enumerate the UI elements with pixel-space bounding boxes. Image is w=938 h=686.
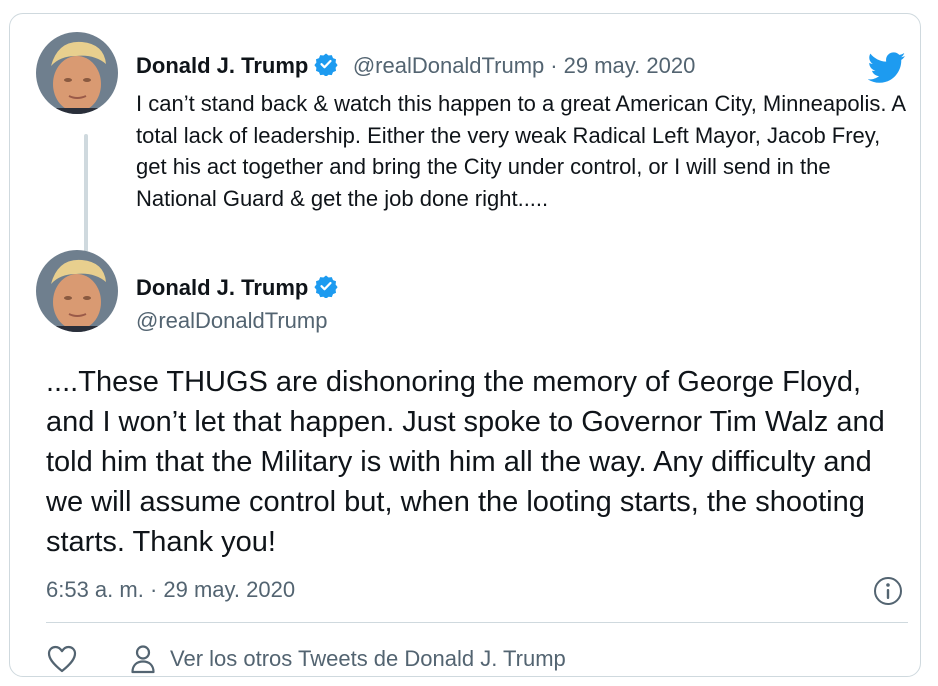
main-author-name[interactable]: Donald J. Trump bbox=[136, 275, 308, 300]
parent-tweet-date[interactable]: 29 may. 2020 bbox=[564, 53, 696, 78]
parent-tweet-text: I can’t stand back & watch this happen t… bbox=[136, 91, 905, 211]
tweet-actions: Ver los otros Tweets de Donald J. Trump bbox=[46, 642, 566, 676]
main-author-avatar[interactable] bbox=[36, 250, 118, 332]
parent-author-avatar[interactable] bbox=[36, 32, 118, 114]
parent-tweet-header: Donald J. Trump @realDonaldTrump · 29 may.… bbox=[136, 51, 695, 87]
main-author-handle[interactable]: @realDonaldTrump bbox=[136, 308, 327, 333]
twitter-bird-icon[interactable] bbox=[867, 52, 906, 89]
tweet-embed-card: Donald J. Trump @realDonaldTrump · 29 may.… bbox=[9, 13, 921, 677]
heart-icon[interactable] bbox=[46, 644, 78, 674]
header-separator: · bbox=[550, 53, 558, 78]
person-icon[interactable] bbox=[130, 644, 156, 674]
thread-connector-line bbox=[84, 134, 88, 252]
verified-badge-icon bbox=[314, 274, 338, 309]
divider bbox=[46, 622, 908, 623]
main-tweet-text: ....These THUGS are dishonoring the memo… bbox=[46, 366, 885, 558]
view-more-tweets-link[interactable]: Ver los otros Tweets de Donald J. Trump bbox=[170, 646, 566, 672]
tweet-timestamp[interactable]: 6:53 a. m. · 29 may. 2020 bbox=[46, 575, 295, 605]
info-icon[interactable] bbox=[872, 575, 904, 612]
parent-author-handle[interactable]: @realDonaldTrump bbox=[353, 53, 544, 78]
main-tweet-header: Donald J. Trump bbox=[136, 273, 338, 309]
verified-badge-icon bbox=[314, 52, 338, 87]
parent-author-name[interactable]: Donald J. Trump bbox=[136, 53, 308, 78]
